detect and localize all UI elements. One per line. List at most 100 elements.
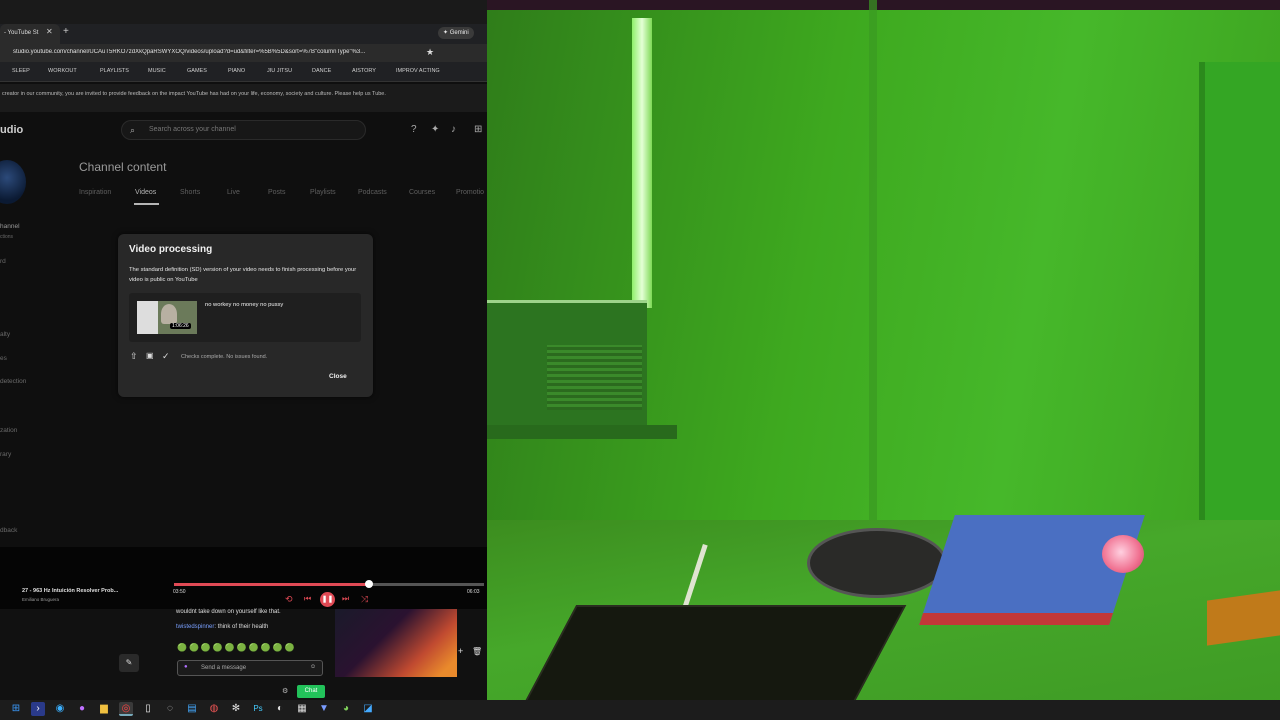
sidebar-item-library[interactable]: rary (0, 451, 11, 458)
page-title: Channel content (79, 160, 167, 174)
black-box (517, 605, 907, 715)
checks-status: Checks complete. No issues found. (181, 354, 268, 360)
round-mat (807, 528, 947, 598)
tab-posts[interactable]: Posts (268, 189, 286, 196)
video-title[interactable]: no workey no money no pussy (205, 302, 283, 308)
bookmark-sleep[interactable]: SLEEP (12, 68, 30, 74)
gear-icon[interactable]: ⚙ (282, 687, 288, 695)
chat-message: wouldnt take down on yourself like that. (176, 609, 281, 615)
tab-playlists[interactable]: Playlists (310, 189, 336, 196)
search-placeholder: Search across your channel (149, 126, 236, 133)
windows-start-icon[interactable]: ⊞ (9, 702, 23, 716)
bookmark-jiu-jitsu[interactable]: JIU JITSU (267, 68, 292, 74)
sd-hd-icon: ▣ (146, 351, 154, 360)
chat-placeholder: Send a message (201, 665, 247, 671)
bookmark-improv-acting[interactable]: IMPROV ACTING (396, 68, 440, 74)
edge-icon[interactable]: ◉ (53, 702, 67, 716)
chat-input[interactable] (177, 660, 323, 676)
document-icon[interactable]: ▯ (141, 702, 155, 716)
url-text[interactable]: studio.youtube.com/channel/UCAuT5RKO7zdX… (13, 49, 423, 55)
chat-button[interactable]: Chat (297, 685, 325, 698)
elapsed-time: 03:50 (173, 589, 186, 595)
app-icon[interactable]: ● (75, 702, 89, 716)
sidebar-item-dashboard[interactable]: rd (0, 258, 6, 265)
ac-grill (547, 345, 642, 410)
tool-icon[interactable]: ◐ (273, 702, 287, 716)
tab-close-icon[interactable]: ✕ (46, 27, 53, 36)
repeat-icon[interactable]: ⟲ (285, 594, 293, 605)
screen: - YouTube St ✕ + ✦ Gemini studio.youtube… (0, 0, 1280, 720)
chat-text: : think of their health (214, 624, 269, 630)
sidebar-item-channel[interactable]: hannel (0, 223, 20, 230)
browser-window: - YouTube St ✕ + ✦ Gemini studio.youtube… (0, 0, 487, 700)
create-icon[interactable]: ⊞ (474, 124, 482, 135)
thumbnail-person (161, 304, 177, 324)
help-icon[interactable]: ? (411, 124, 417, 135)
powershell-icon[interactable]: › (31, 702, 45, 716)
channel-avatar[interactable] (0, 160, 26, 204)
search-app-icon[interactable]: ◌ (163, 702, 177, 716)
active-tab-indicator (134, 203, 159, 205)
dialog-description: The standard definition (SD) version of … (129, 267, 357, 283)
gemini-button[interactable]: ✦ Gemini (438, 27, 474, 39)
dialog-title: Video processing (129, 244, 213, 255)
sidebar-item-monetization[interactable]: zation (0, 427, 17, 434)
sidebar-item-feedback[interactable]: dback (0, 527, 17, 534)
tab-courses[interactable]: Courses (409, 189, 435, 196)
sidebar-item-subtitles[interactable]: es (0, 355, 7, 362)
new-tab-icon[interactable]: + (63, 26, 69, 37)
bookmark-piano[interactable]: PIANO (228, 68, 245, 74)
tab-inspiration[interactable]: Inspiration (79, 189, 111, 196)
bookmark-dance[interactable]: DANCE (312, 68, 331, 74)
app-green-icon[interactable]: ◕ (339, 702, 353, 716)
pause-button[interactable]: ❚❚ (320, 592, 335, 607)
tab-podcasts[interactable]: Podcasts (358, 189, 387, 196)
duration-badge: 1:06:26 (170, 323, 191, 329)
emote-bar[interactable]: 🟢🟢🟢🟢🟢🟢🟢🟢🟢🟢 (177, 643, 297, 652)
edit-icon[interactable]: ✎ (119, 654, 139, 672)
bookmark-games[interactable]: GAMES (187, 68, 207, 74)
pink-ball (1102, 535, 1144, 573)
sidebar-item-actions[interactable]: ctions (0, 234, 13, 240)
bookmark-playlists[interactable]: PLAYLISTS (100, 68, 129, 74)
track-title: 27 - 963 Hz Intuición Resolver Prob... (22, 588, 119, 594)
sparkle-icon[interactable]: ✦ (431, 124, 439, 135)
window-icon[interactable]: ◪ (361, 702, 375, 716)
previous-icon[interactable]: ⏮ (304, 594, 311, 604)
add-icon[interactable]: + (458, 646, 463, 656)
tab-live[interactable]: Live (227, 189, 240, 196)
sidebar-item-detection[interactable]: detection (0, 378, 26, 385)
next-icon[interactable]: ⏭ (342, 594, 349, 604)
folder-icon[interactable]: ▆ (97, 702, 111, 716)
close-button[interactable]: Close (329, 373, 347, 380)
photoshop-icon[interactable]: Ps (251, 702, 265, 716)
media-player (0, 547, 487, 609)
progress-fill (174, 583, 370, 586)
bookmark-star-icon[interactable]: ★ (426, 47, 434, 58)
emoji-icon[interactable]: ☺ (310, 664, 316, 670)
wall-corner (869, 0, 877, 520)
mic-icon[interactable]: ● (184, 664, 188, 670)
studio-logo[interactable]: udio (0, 124, 23, 136)
tab-promotions[interactable]: Promotio (456, 189, 484, 196)
obs-icon[interactable]: ◍ (207, 702, 221, 716)
bell-icon[interactable]: ♪ (451, 124, 456, 135)
shuffle-icon[interactable]: ⤨ (361, 594, 368, 605)
chrome-icon[interactable]: ◎ (119, 702, 133, 716)
sidebar-item-royalty[interactable]: alty (0, 331, 10, 338)
tab-videos[interactable]: Videos (135, 189, 156, 196)
tab-shorts[interactable]: Shorts (180, 189, 200, 196)
chat-username[interactable]: twistedspinner (176, 624, 214, 630)
window-light (632, 18, 652, 308)
banner-text: creator in our community, you are invite… (2, 91, 386, 97)
bookmark-aistory[interactable]: AISTORY (352, 68, 376, 74)
total-time: 06:03 (467, 589, 480, 595)
track-artist: Emiliano Bruguera (22, 597, 60, 602)
settings-icon[interactable]: ✻ (229, 702, 243, 716)
file-icon[interactable]: ▦ (295, 702, 309, 716)
vpn-icon[interactable]: ▼ (317, 702, 331, 716)
trash-icon[interactable]: 🗑 (472, 647, 482, 656)
bookmark-music[interactable]: MUSIC (148, 68, 166, 74)
notepad-icon[interactable]: ▤ (185, 702, 199, 716)
bookmark-workout[interactable]: WORKOUT (48, 68, 77, 74)
